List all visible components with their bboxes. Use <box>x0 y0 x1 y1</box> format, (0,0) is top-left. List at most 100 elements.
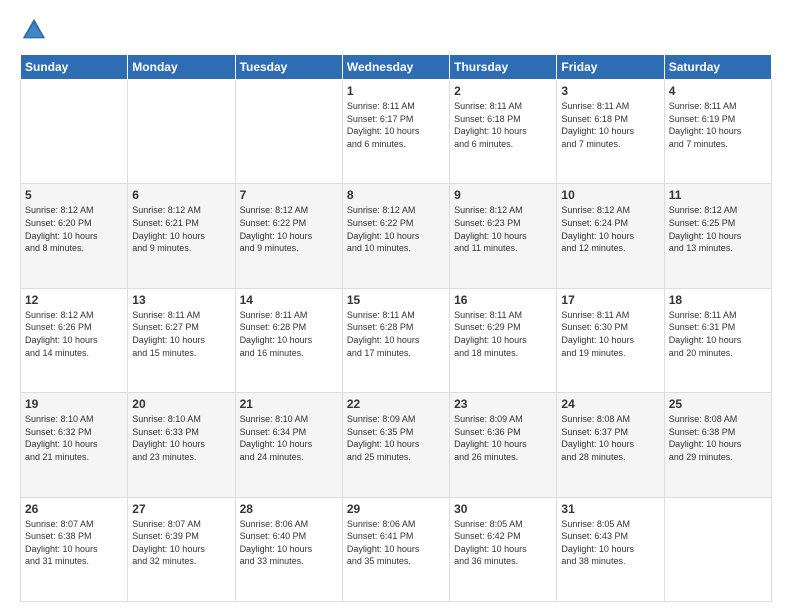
day-number: 10 <box>561 188 659 202</box>
day-number: 6 <box>132 188 230 202</box>
day-cell: 17 Sunrise: 8:11 AM Sunset: 6:30 PM Dayli… <box>557 288 664 392</box>
day-info: Sunrise: 8:07 AM Sunset: 6:39 PM Dayligh… <box>132 518 230 568</box>
week-row-2: 5 Sunrise: 8:12 AM Sunset: 6:20 PM Daylig… <box>21 184 772 288</box>
day-info: Sunrise: 8:12 AM Sunset: 6:25 PM Dayligh… <box>669 204 767 254</box>
day-number: 22 <box>347 397 445 411</box>
week-row-1: 1 Sunrise: 8:11 AM Sunset: 6:17 PM Daylig… <box>21 80 772 184</box>
day-number: 20 <box>132 397 230 411</box>
day-info: Sunrise: 8:12 AM Sunset: 6:26 PM Dayligh… <box>25 309 123 359</box>
day-cell: 5 Sunrise: 8:12 AM Sunset: 6:20 PM Daylig… <box>21 184 128 288</box>
day-cell: 13 Sunrise: 8:11 AM Sunset: 6:27 PM Dayli… <box>128 288 235 392</box>
day-cell: 4 Sunrise: 8:11 AM Sunset: 6:19 PM Daylig… <box>664 80 771 184</box>
day-info: Sunrise: 8:05 AM Sunset: 6:43 PM Dayligh… <box>561 518 659 568</box>
day-number: 12 <box>25 293 123 307</box>
week-row-3: 12 Sunrise: 8:12 AM Sunset: 6:26 PM Dayli… <box>21 288 772 392</box>
day-info: Sunrise: 8:11 AM Sunset: 6:31 PM Dayligh… <box>669 309 767 359</box>
day-info: Sunrise: 8:12 AM Sunset: 6:20 PM Dayligh… <box>25 204 123 254</box>
day-info: Sunrise: 8:11 AM Sunset: 6:28 PM Dayligh… <box>240 309 338 359</box>
day-number: 26 <box>25 502 123 516</box>
weekday-sunday: Sunday <box>21 55 128 80</box>
calendar-table: SundayMondayTuesdayWednesdayThursdayFrid… <box>20 54 772 602</box>
day-info: Sunrise: 8:11 AM Sunset: 6:18 PM Dayligh… <box>454 100 552 150</box>
day-number: 5 <box>25 188 123 202</box>
day-cell: 12 Sunrise: 8:12 AM Sunset: 6:26 PM Dayli… <box>21 288 128 392</box>
logo <box>20 16 52 44</box>
day-info: Sunrise: 8:10 AM Sunset: 6:33 PM Dayligh… <box>132 413 230 463</box>
day-number: 16 <box>454 293 552 307</box>
day-number: 29 <box>347 502 445 516</box>
day-cell: 25Sunrise: 8:08 AM Sunset: 6:38 PM Dayli… <box>664 393 771 497</box>
day-number: 3 <box>561 84 659 98</box>
day-number: 24 <box>561 397 659 411</box>
day-info: Sunrise: 8:11 AM Sunset: 6:29 PM Dayligh… <box>454 309 552 359</box>
day-number: 13 <box>132 293 230 307</box>
day-number: 19 <box>25 397 123 411</box>
calendar-header: SundayMondayTuesdayWednesdayThursdayFrid… <box>21 55 772 80</box>
day-cell: 26Sunrise: 8:07 AM Sunset: 6:38 PM Dayli… <box>21 497 128 601</box>
day-info: Sunrise: 8:12 AM Sunset: 6:21 PM Dayligh… <box>132 204 230 254</box>
day-number: 9 <box>454 188 552 202</box>
day-cell: 23Sunrise: 8:09 AM Sunset: 6:36 PM Dayli… <box>450 393 557 497</box>
day-number: 4 <box>669 84 767 98</box>
day-number: 1 <box>347 84 445 98</box>
day-number: 28 <box>240 502 338 516</box>
page: SundayMondayTuesdayWednesdayThursdayFrid… <box>0 0 792 612</box>
weekday-friday: Friday <box>557 55 664 80</box>
day-info: Sunrise: 8:09 AM Sunset: 6:35 PM Dayligh… <box>347 413 445 463</box>
day-info: Sunrise: 8:09 AM Sunset: 6:36 PM Dayligh… <box>454 413 552 463</box>
day-cell: 15 Sunrise: 8:11 AM Sunset: 6:28 PM Dayli… <box>342 288 449 392</box>
day-cell: 28 Sunrise: 8:06 AM Sunset: 6:40 PM Dayli… <box>235 497 342 601</box>
day-cell: 2 Sunrise: 8:11 AM Sunset: 6:18 PM Daylig… <box>450 80 557 184</box>
day-cell: 9 Sunrise: 8:12 AM Sunset: 6:23 PM Daylig… <box>450 184 557 288</box>
day-number: 17 <box>561 293 659 307</box>
day-cell: 31Sunrise: 8:05 AM Sunset: 6:43 PM Dayli… <box>557 497 664 601</box>
day-cell: 22 Sunrise: 8:09 AM Sunset: 6:35 PM Dayli… <box>342 393 449 497</box>
day-cell: 7 Sunrise: 8:12 AM Sunset: 6:22 PM Daylig… <box>235 184 342 288</box>
weekday-row: SundayMondayTuesdayWednesdayThursdayFrid… <box>21 55 772 80</box>
weekday-wednesday: Wednesday <box>342 55 449 80</box>
day-number: 15 <box>347 293 445 307</box>
day-number: 7 <box>240 188 338 202</box>
weekday-thursday: Thursday <box>450 55 557 80</box>
week-row-4: 19 Sunrise: 8:10 AM Sunset: 6:32 PM Dayli… <box>21 393 772 497</box>
day-info: Sunrise: 8:08 AM Sunset: 6:37 PM Dayligh… <box>561 413 659 463</box>
day-info: Sunrise: 8:10 AM Sunset: 6:32 PM Dayligh… <box>25 413 123 463</box>
day-cell: 24 Sunrise: 8:08 AM Sunset: 6:37 PM Dayli… <box>557 393 664 497</box>
day-info: Sunrise: 8:12 AM Sunset: 6:23 PM Dayligh… <box>454 204 552 254</box>
day-info: Sunrise: 8:11 AM Sunset: 6:17 PM Dayligh… <box>347 100 445 150</box>
day-cell: 30 Sunrise: 8:05 AM Sunset: 6:42 PM Dayli… <box>450 497 557 601</box>
weekday-tuesday: Tuesday <box>235 55 342 80</box>
day-number: 14 <box>240 293 338 307</box>
day-info: Sunrise: 8:11 AM Sunset: 6:30 PM Dayligh… <box>561 309 659 359</box>
day-cell: 27Sunrise: 8:07 AM Sunset: 6:39 PM Dayli… <box>128 497 235 601</box>
day-cell: 20 Sunrise: 8:10 AM Sunset: 6:33 PM Dayli… <box>128 393 235 497</box>
day-cell: 18Sunrise: 8:11 AM Sunset: 6:31 PM Dayli… <box>664 288 771 392</box>
day-cell: 6 Sunrise: 8:12 AM Sunset: 6:21 PM Daylig… <box>128 184 235 288</box>
day-info: Sunrise: 8:12 AM Sunset: 6:22 PM Dayligh… <box>347 204 445 254</box>
day-cell: 11 Sunrise: 8:12 AM Sunset: 6:25 PM Dayli… <box>664 184 771 288</box>
day-cell: 16 Sunrise: 8:11 AM Sunset: 6:29 PM Dayli… <box>450 288 557 392</box>
day-info: Sunrise: 8:06 AM Sunset: 6:40 PM Dayligh… <box>240 518 338 568</box>
day-info: Sunrise: 8:11 AM Sunset: 6:19 PM Dayligh… <box>669 100 767 150</box>
logo-icon <box>20 16 48 44</box>
day-cell: 19 Sunrise: 8:10 AM Sunset: 6:32 PM Dayli… <box>21 393 128 497</box>
day-number: 2 <box>454 84 552 98</box>
day-info: Sunrise: 8:06 AM Sunset: 6:41 PM Dayligh… <box>347 518 445 568</box>
day-cell <box>128 80 235 184</box>
day-cell: 14 Sunrise: 8:11 AM Sunset: 6:28 PM Dayli… <box>235 288 342 392</box>
day-cell <box>235 80 342 184</box>
day-info: Sunrise: 8:11 AM Sunset: 6:27 PM Dayligh… <box>132 309 230 359</box>
day-number: 11 <box>669 188 767 202</box>
day-cell: 3 Sunrise: 8:11 AM Sunset: 6:18 PM Daylig… <box>557 80 664 184</box>
day-info: Sunrise: 8:11 AM Sunset: 6:28 PM Dayligh… <box>347 309 445 359</box>
day-info: Sunrise: 8:05 AM Sunset: 6:42 PM Dayligh… <box>454 518 552 568</box>
day-cell <box>21 80 128 184</box>
weekday-saturday: Saturday <box>664 55 771 80</box>
day-info: Sunrise: 8:11 AM Sunset: 6:18 PM Dayligh… <box>561 100 659 150</box>
day-cell <box>664 497 771 601</box>
day-info: Sunrise: 8:08 AM Sunset: 6:38 PM Dayligh… <box>669 413 767 463</box>
day-number: 30 <box>454 502 552 516</box>
day-cell: 21Sunrise: 8:10 AM Sunset: 6:34 PM Dayli… <box>235 393 342 497</box>
day-info: Sunrise: 8:12 AM Sunset: 6:22 PM Dayligh… <box>240 204 338 254</box>
calendar-body: 1 Sunrise: 8:11 AM Sunset: 6:17 PM Daylig… <box>21 80 772 602</box>
